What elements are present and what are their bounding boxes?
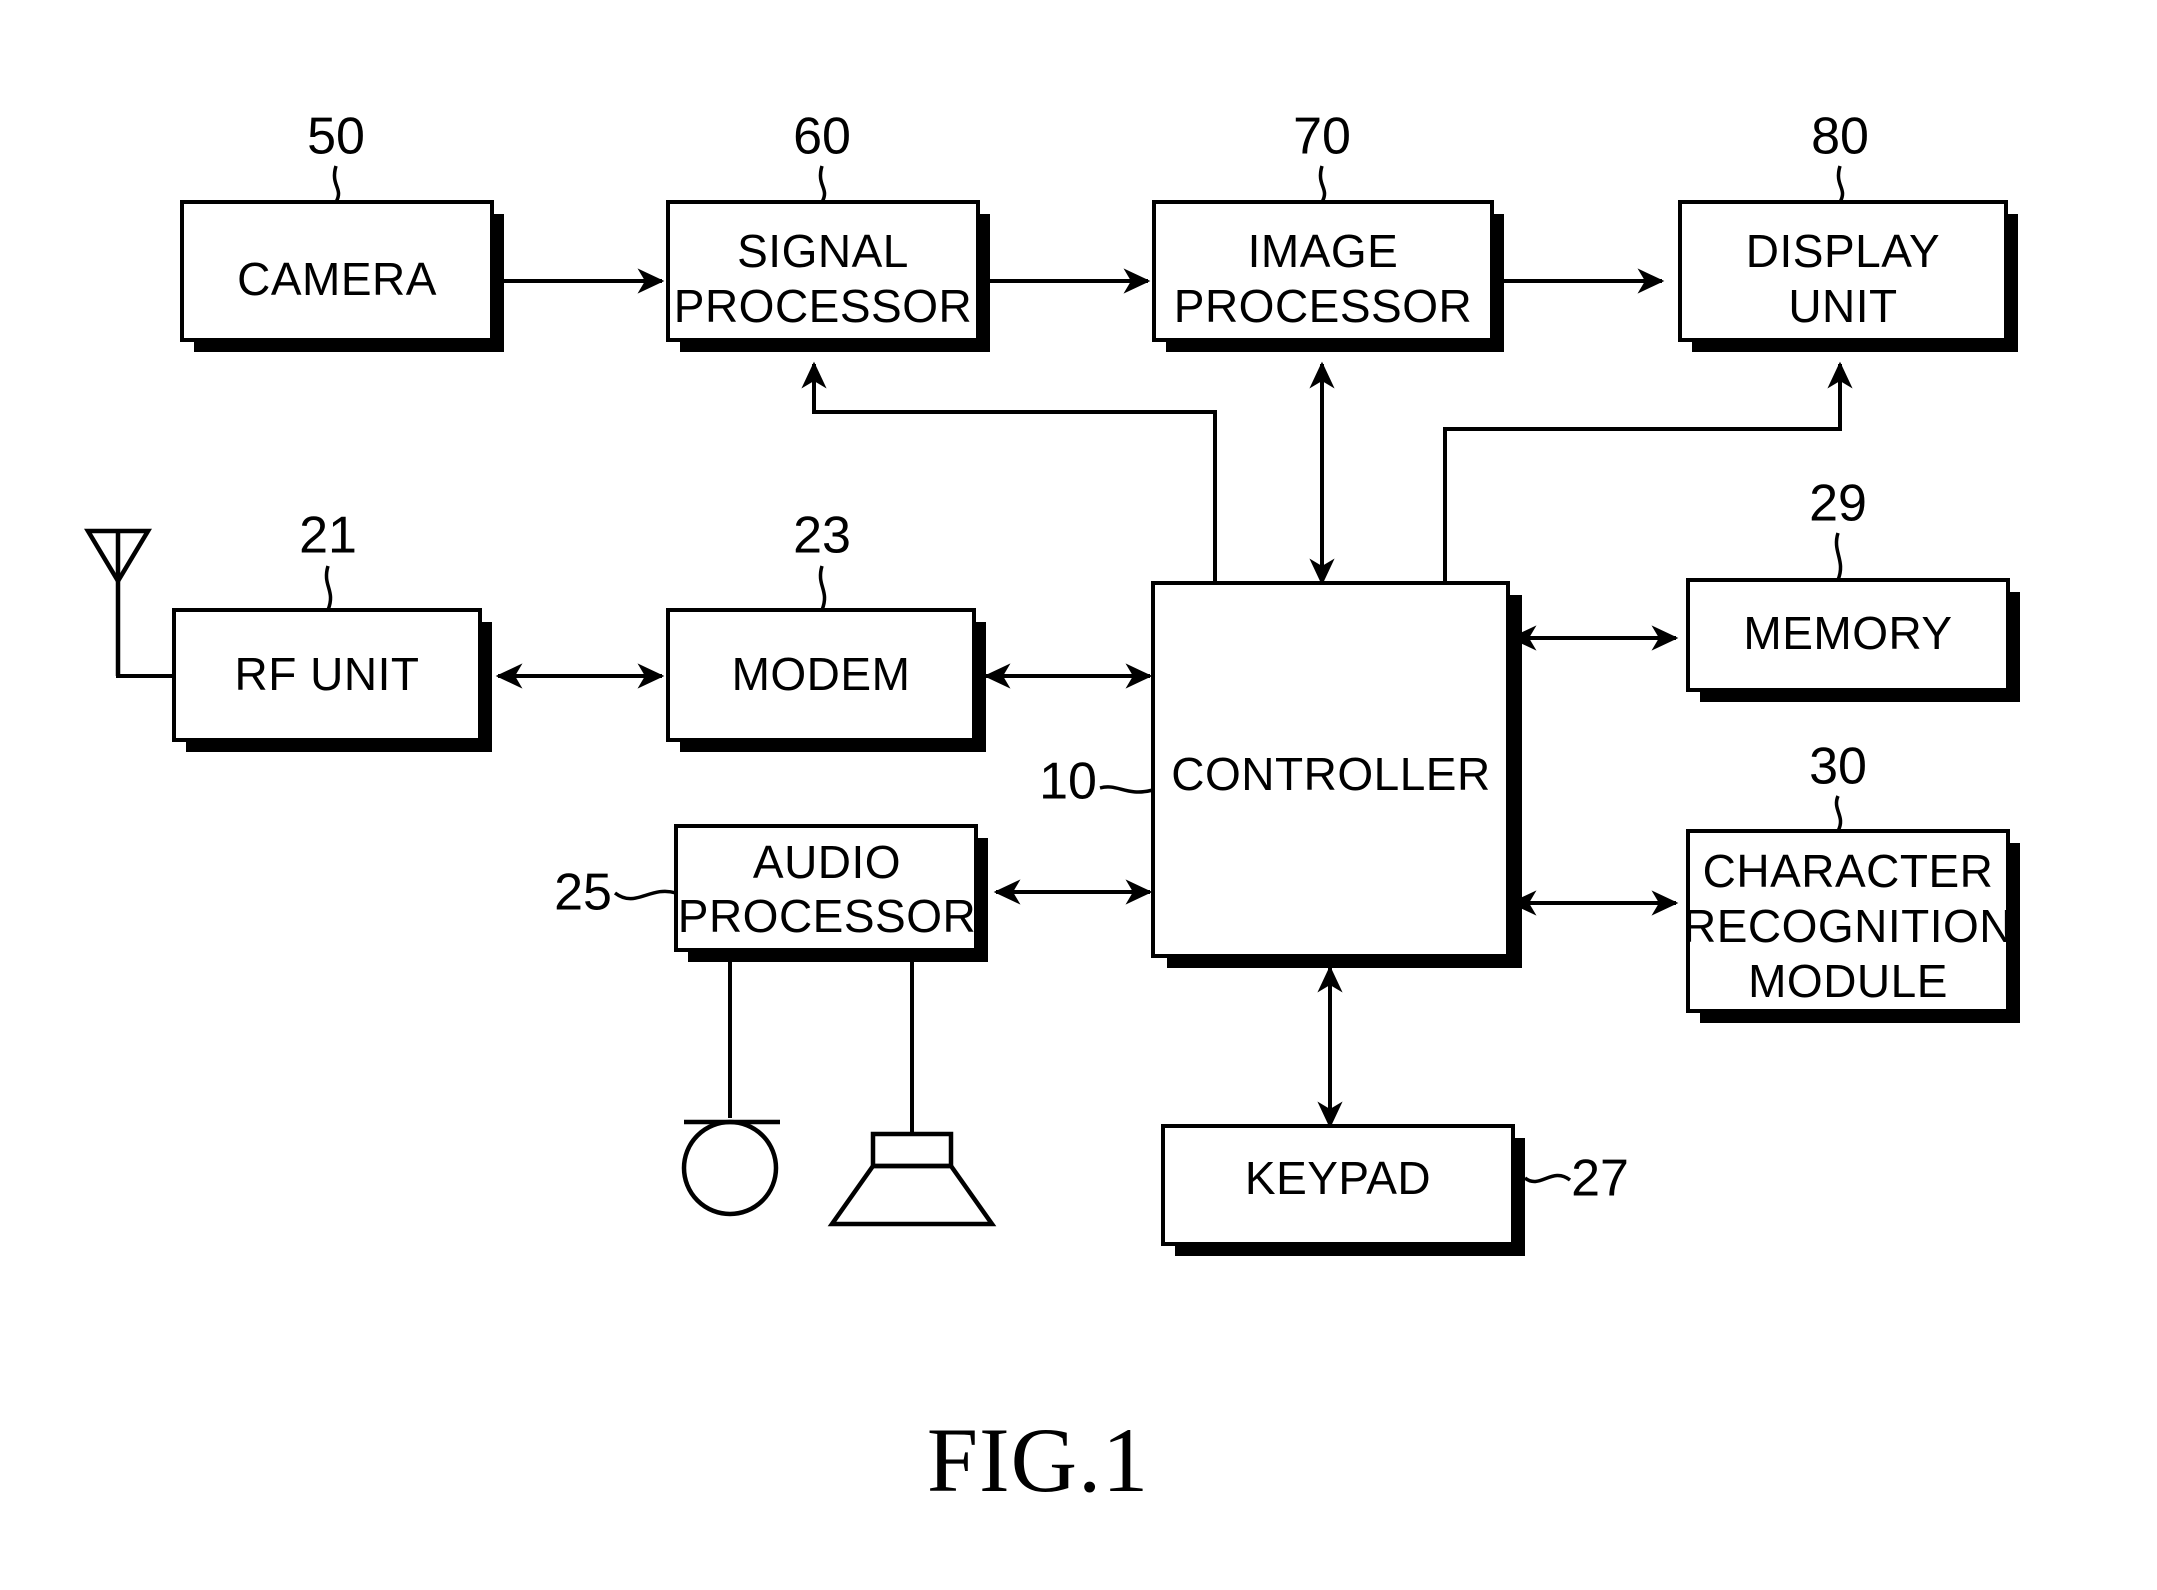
ref-callout-25: 25 — [554, 864, 677, 922]
block-audio-processor-label-line1: AUDIO — [753, 836, 901, 888]
ref-number-controller: 10 — [1039, 753, 1097, 811]
ref-number-camera: 50 — [307, 108, 365, 166]
block-image-processor-label-line2: PROCESSOR — [1174, 280, 1472, 332]
block-rf-unit-label: RF UNIT — [235, 648, 420, 700]
ref-number-image-processor: 70 — [1293, 108, 1351, 166]
block-display-unit[interactable]: DISPLAY UNIT — [1678, 200, 2018, 352]
ref-callout-70: 70 — [1293, 108, 1351, 203]
block-audio-processor[interactable]: AUDIO PROCESSOR — [674, 824, 988, 962]
ref-callout-29: 29 — [1809, 475, 1867, 581]
block-character-recognition-module[interactable]: CHARACTER RECOGNITION MODULE — [1683, 829, 2020, 1023]
block-modem-label: MODEM — [732, 648, 911, 700]
block-image-processor[interactable]: IMAGE PROCESSOR — [1152, 200, 1504, 352]
ref-callout-50: 50 — [307, 108, 365, 203]
ref-number-memory: 29 — [1809, 475, 1867, 533]
ref-number-modem: 23 — [793, 507, 851, 565]
ref-number-rf-unit: 21 — [299, 507, 357, 565]
block-image-processor-label-line1: IMAGE — [1248, 225, 1399, 277]
block-memory[interactable]: MEMORY — [1686, 578, 2020, 702]
ref-number-character-recognition-module: 30 — [1809, 738, 1867, 796]
block-rf-unit[interactable]: RF UNIT — [172, 608, 492, 752]
block-camera-label: CAMERA — [237, 253, 437, 305]
block-character-recognition-module-label-line1: CHARACTER — [1703, 845, 1994, 897]
block-keypad[interactable]: KEYPAD — [1161, 1124, 1525, 1256]
ref-number-display-unit: 80 — [1811, 108, 1869, 166]
block-signal-processor[interactable]: SIGNAL PROCESSOR — [666, 200, 990, 352]
antenna-icon — [84, 528, 152, 676]
ref-callout-60: 60 — [793, 108, 851, 203]
microphone-icon — [681, 1119, 780, 1217]
block-memory-label: MEMORY — [1743, 607, 1952, 659]
block-controller[interactable]: CONTROLLER — [1151, 581, 1522, 968]
block-character-recognition-module-label-line2: RECOGNITION — [1683, 900, 2013, 952]
block-camera[interactable]: CAMERA — [180, 200, 504, 352]
block-modem[interactable]: MODEM — [666, 608, 986, 752]
ref-callout-27: 27 — [1523, 1150, 1629, 1208]
ref-callout-30: 30 — [1809, 738, 1867, 832]
block-signal-processor-label-line1: SIGNAL — [737, 225, 909, 277]
ref-callout-23: 23 — [793, 507, 851, 611]
block-controller-label: CONTROLLER — [1171, 748, 1490, 800]
block-display-unit-label-line1: DISPLAY — [1746, 225, 1940, 277]
ref-number-keypad: 27 — [1571, 1150, 1629, 1208]
block-signal-processor-label-line2: PROCESSOR — [674, 280, 972, 332]
block-keypad-label: KEYPAD — [1245, 1152, 1431, 1204]
block-diagram-canvas: CAMERA 50 SIGNAL PROCESSOR 60 IMAGE PROC… — [84, 108, 2020, 1511]
ref-number-audio-processor: 25 — [554, 864, 612, 922]
ref-callout-21: 21 — [299, 507, 357, 611]
figure-caption: FIG.1 — [927, 1409, 1149, 1511]
edge-controller-to-display — [1443, 361, 1853, 583]
block-character-recognition-module-label-line3: MODULE — [1748, 955, 1948, 1007]
speaker-icon — [827, 1131, 997, 1227]
edge-controller-to-signal — [801, 361, 1217, 583]
ref-callout-80: 80 — [1811, 108, 1869, 203]
figure-sheet: CAMERA 50 SIGNAL PROCESSOR 60 IMAGE PROC… — [0, 0, 2157, 1590]
block-display-unit-label-line2: UNIT — [1788, 280, 1897, 332]
ref-number-signal-processor: 60 — [793, 108, 851, 166]
ref-callout-10: 10 — [1039, 753, 1154, 811]
block-audio-processor-label-line2: PROCESSOR — [678, 890, 976, 942]
